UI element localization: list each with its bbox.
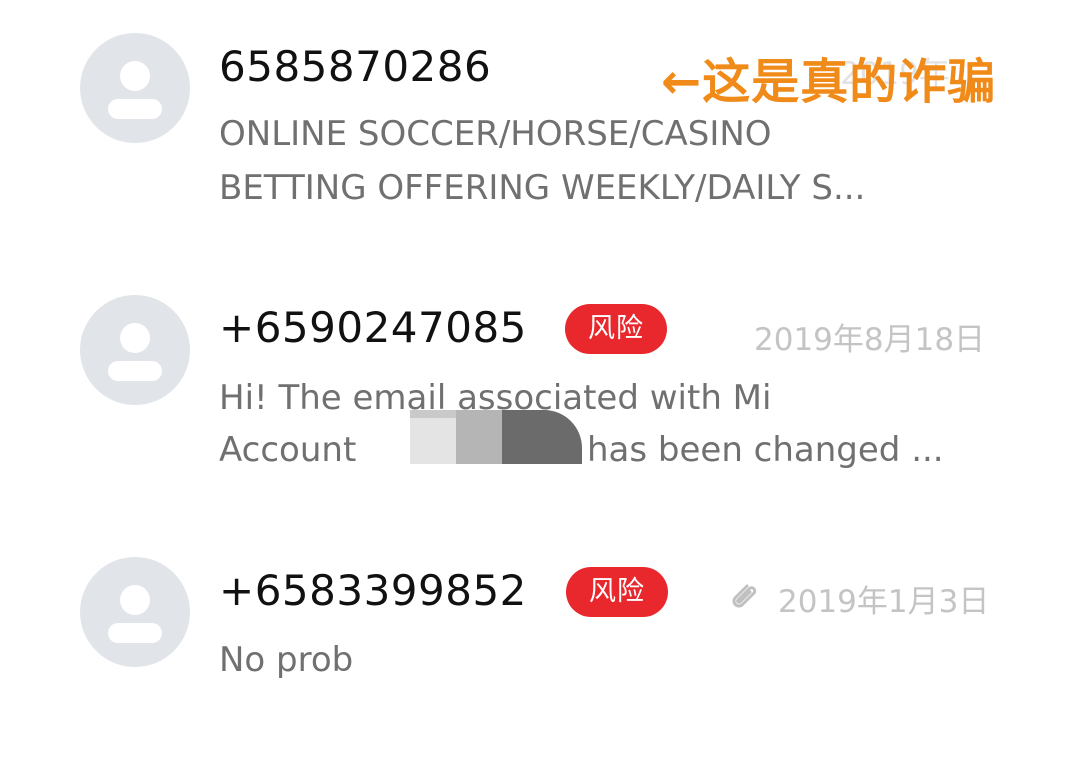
scam-annotation: ←这是真的诈骗: [661, 54, 997, 110]
message-preview-line: Account: [219, 430, 357, 470]
contact-avatar-icon: [80, 557, 190, 667]
paperclip-icon: [732, 584, 757, 608]
contact-avatar-icon: [80, 295, 190, 405]
message-preview-line: ONLINE SOCCER/HORSE/CASINO: [219, 114, 772, 154]
message-thread[interactable]: 6585870286 ONLINE SOCCER/HORSE/CASINO BE…: [0, 0, 1080, 260]
message-preview-line: No prob: [219, 640, 354, 680]
sender-number: +6583399852: [219, 566, 527, 615]
message-thread[interactable]: +6590247085 风险 2019年8月18日 Hi! The email …: [0, 262, 1080, 522]
message-date: 2019年8月18日: [754, 322, 986, 358]
redacted-email: [410, 410, 582, 464]
sender-number: 6585870286: [219, 42, 492, 91]
risk-badge: 风险: [565, 304, 667, 354]
message-date: 2019年1月3日: [778, 584, 990, 620]
message-thread[interactable]: +6583399852 风险 2019年1月3日 No prob: [0, 524, 1080, 784]
message-preview-line: BETTING OFFERING WEEKLY/DAILY S...: [219, 168, 866, 208]
contact-avatar-icon: [80, 33, 190, 143]
sender-number: +6590247085: [219, 303, 527, 352]
risk-badge: 风险: [566, 567, 668, 617]
message-preview-line: has been changed ...: [587, 430, 944, 470]
